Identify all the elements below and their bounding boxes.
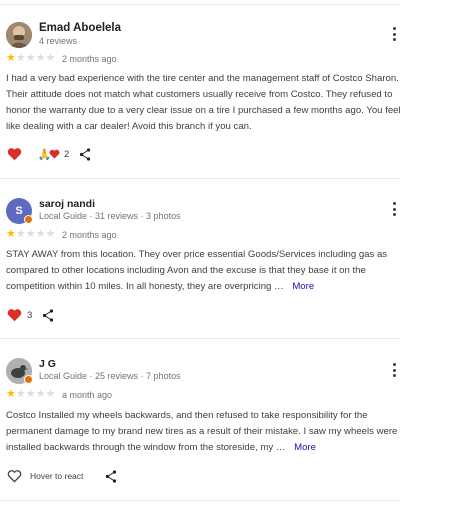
more-options-icon[interactable]: [388, 25, 400, 43]
star-rating: ★★★★★: [6, 388, 56, 400]
reviewer-meta: Local Guide · 25 reviews · 7 photos: [39, 371, 181, 381]
local-guide-badge-icon: [24, 375, 33, 384]
reaction-row: 3: [6, 307, 56, 323]
heart-outline-icon[interactable]: [6, 468, 22, 484]
review-date: 2 months ago: [62, 54, 117, 64]
review-text: STAY AWAY from this location. They over …: [6, 247, 402, 295]
reviewer-name[interactable]: Emad Aboelela: [39, 22, 121, 34]
share-icon[interactable]: [77, 146, 93, 162]
heart-icon: [49, 149, 60, 159]
more-link[interactable]: More: [294, 442, 316, 453]
divider: [0, 338, 400, 339]
reaction-count: 2: [64, 148, 70, 160]
star-rating: ★★★★★: [6, 52, 56, 64]
reaction-count: 3: [27, 309, 33, 321]
divider: [0, 178, 400, 179]
review-date: 2 months ago: [62, 230, 117, 240]
share-icon[interactable]: [103, 468, 119, 484]
avatar[interactable]: [6, 22, 32, 48]
review-text-content: STAY AWAY from this location. They over …: [6, 249, 388, 292]
reaction-row: Hover to react: [6, 468, 119, 484]
review-text: Costco Installed my wheels backwards, an…: [6, 408, 402, 456]
divider: [0, 4, 400, 5]
avatar-letter: S: [15, 205, 23, 217]
review-date: a month ago: [62, 390, 113, 400]
reviewer-meta: 4 reviews: [39, 36, 78, 46]
hover-to-react-label[interactable]: Hover to react: [30, 471, 83, 481]
review-text: I had a very bad experience with the tir…: [6, 73, 401, 132]
reaction-row: 🙏 2: [6, 146, 93, 162]
heart-react-icon[interactable]: [6, 307, 22, 323]
more-options-icon[interactable]: [388, 361, 400, 379]
more-link[interactable]: More: [292, 281, 314, 292]
reviewer-name[interactable]: saroj nandi: [39, 198, 95, 210]
star-rating: ★★★★★: [6, 228, 56, 240]
heart-react-icon[interactable]: [6, 146, 22, 162]
divider: [0, 500, 400, 501]
share-icon[interactable]: [40, 307, 56, 323]
review-text-content: Costco Installed my wheels backwards, an…: [6, 410, 398, 453]
reactions-summary-icon[interactable]: 🙏: [37, 146, 61, 162]
more-options-icon[interactable]: [388, 200, 400, 218]
reviewer-name[interactable]: J G: [39, 358, 56, 370]
local-guide-badge-icon: [24, 215, 33, 224]
reviewer-meta: Local Guide · 31 reviews · 3 photos: [39, 211, 181, 221]
avatar-photo-icon: [6, 22, 32, 48]
